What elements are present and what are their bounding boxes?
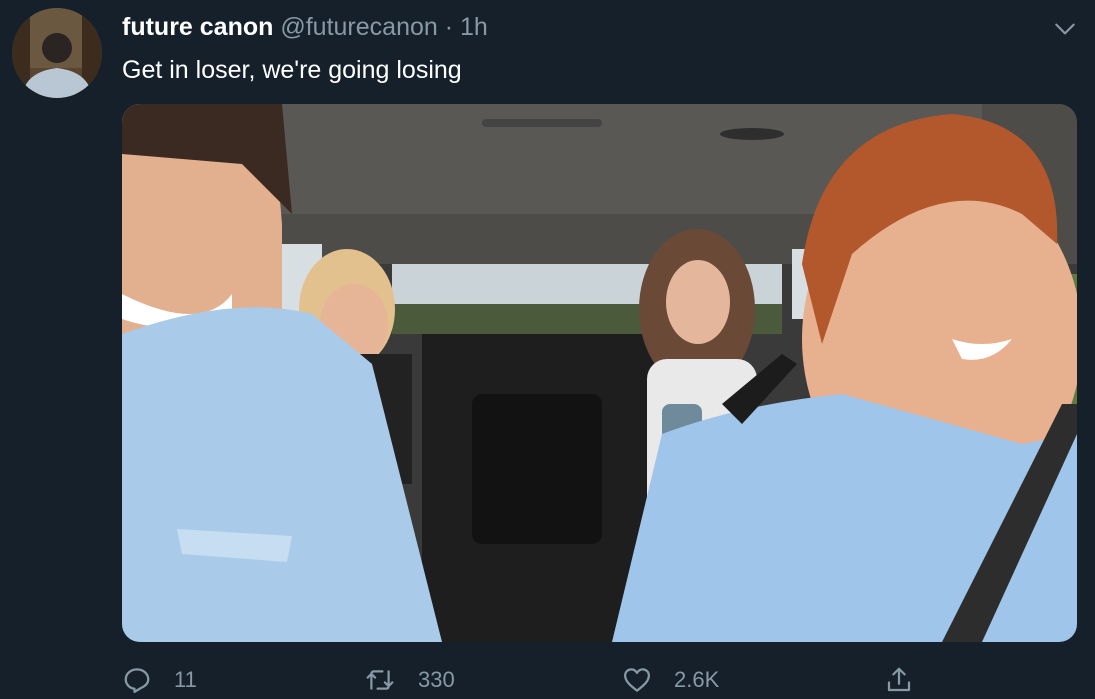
retweet-button[interactable]: 330	[364, 660, 455, 699]
reply-count: 11	[174, 667, 197, 692]
reply-button[interactable]: 11	[122, 660, 197, 699]
user-handle[interactable]: @futurecanon	[280, 13, 437, 41]
reply-icon	[124, 668, 150, 693]
tweet-actions: 11 330 2.6K	[0, 660, 1095, 699]
avatar[interactable]	[12, 8, 102, 98]
tweet-text: Get in loser, we're going losing	[122, 56, 462, 84]
share-icon	[887, 667, 911, 692]
heart-icon	[624, 668, 650, 692]
video-frame	[122, 104, 1077, 642]
retweet-icon	[366, 670, 394, 690]
timestamp[interactable]: 1h	[460, 13, 488, 41]
tweet-media[interactable]	[122, 104, 1077, 642]
retweet-count: 330	[418, 667, 455, 692]
header-separator: ·	[444, 13, 454, 41]
tweet[interactable]: future canon @futurecanon · 1h Get in lo…	[0, 0, 1095, 699]
avatar-image	[12, 8, 102, 98]
share-button[interactable]	[884, 660, 914, 699]
tweet-header: future canon @futurecanon · 1h	[122, 12, 488, 42]
like-button[interactable]: 2.6K	[622, 660, 719, 699]
like-count: 2.6K	[674, 667, 720, 692]
chevron-down-icon[interactable]	[1052, 16, 1078, 42]
display-name[interactable]: future canon	[122, 13, 273, 41]
